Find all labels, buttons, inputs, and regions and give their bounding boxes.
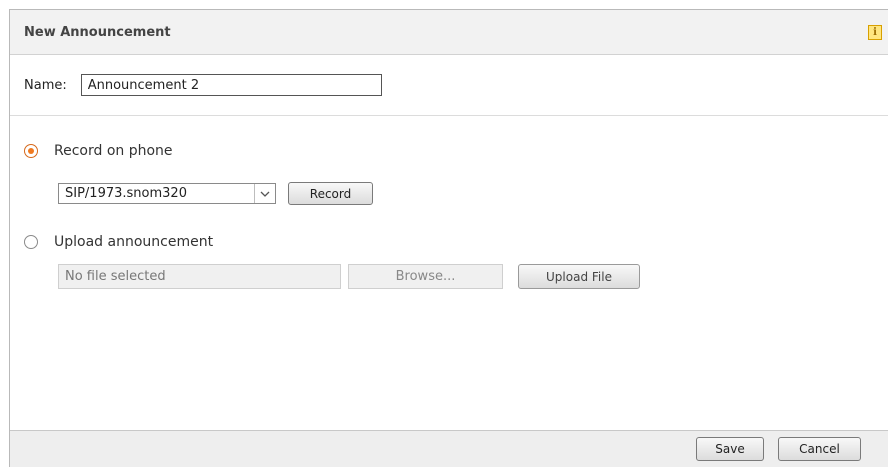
info-icon[interactable]: i bbox=[868, 24, 882, 40]
name-row: Name: bbox=[10, 55, 888, 116]
dialog-titlebar: New Announcement i bbox=[10, 10, 888, 55]
phone-select-value: SIP/1973.snom320 bbox=[65, 186, 187, 201]
upload-file-button[interactable]: Upload File bbox=[518, 264, 640, 289]
record-button[interactable]: Record bbox=[288, 182, 373, 205]
record-on-phone-label: Record on phone bbox=[54, 143, 173, 159]
browse-button[interactable]: Browse... bbox=[348, 264, 503, 289]
dialog-footer: Save Cancel bbox=[10, 430, 888, 467]
save-button[interactable]: Save bbox=[696, 437, 764, 461]
upload-announcement-label: Upload announcement bbox=[54, 234, 214, 250]
new-announcement-dialog: New Announcement i Name: Record on phone… bbox=[9, 9, 888, 467]
upload-announcement-radio[interactable] bbox=[24, 235, 38, 249]
name-label: Name: bbox=[24, 77, 67, 93]
dialog-title: New Announcement bbox=[24, 24, 171, 40]
name-input[interactable] bbox=[80, 74, 382, 96]
upload-announcement-option[interactable]: Upload announcement bbox=[24, 234, 213, 250]
record-on-phone-option[interactable]: Record on phone bbox=[24, 143, 173, 159]
phone-select[interactable]: SIP/1973.snom320 bbox=[58, 183, 276, 204]
cancel-button[interactable]: Cancel bbox=[778, 437, 861, 461]
record-on-phone-radio[interactable] bbox=[24, 144, 38, 158]
chevron-down-icon[interactable] bbox=[254, 184, 275, 203]
file-name-display: No file selected bbox=[58, 264, 341, 289]
